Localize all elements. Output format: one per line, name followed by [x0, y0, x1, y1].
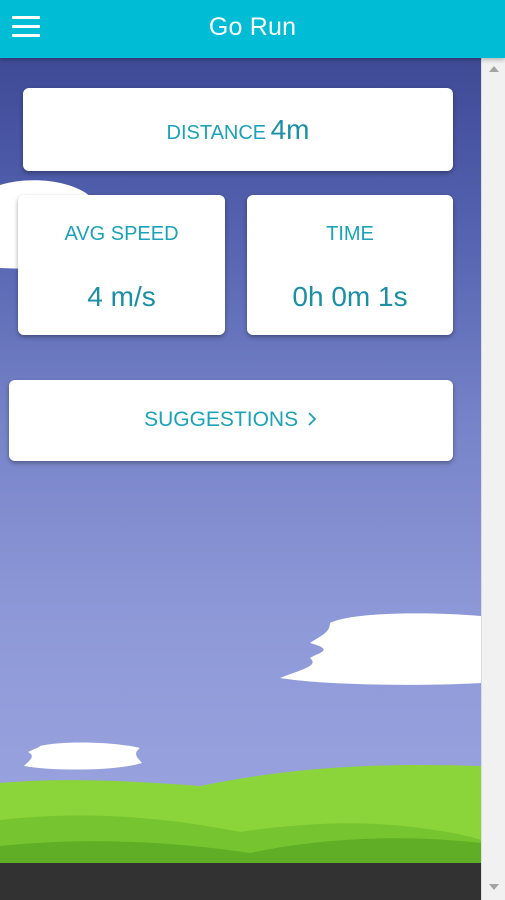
distance-value: 4m: [270, 114, 310, 145]
avg-speed-label: AVG SPEED: [64, 223, 179, 245]
suggestions-line: SUGGESTIONS: [9, 408, 453, 432]
main-content: DISTANCE 4m AVG SPEED 4 m/s TIME 0h 0m 1…: [0, 58, 481, 863]
cloud-small: [24, 742, 142, 770]
vertical-scrollbar[interactable]: [481, 58, 505, 900]
app-screen: Go Run DISTANCE 4m AVG SPEED 4 m/s TIME …: [0, 0, 505, 900]
ground-strip: [0, 863, 481, 900]
distance-label: DISTANCE: [166, 122, 267, 144]
grass-hills: [0, 764, 481, 863]
time-value: 0h 0m 1s: [292, 281, 408, 312]
scroll-up-arrow-icon[interactable]: [489, 66, 499, 72]
chevron-right-icon: [308, 412, 317, 426]
suggestions-button[interactable]: SUGGESTIONS: [9, 380, 453, 461]
avg-speed-card: AVG SPEED 4 m/s: [18, 195, 225, 335]
distance-line: DISTANCE 4m: [23, 114, 453, 146]
app-title: Go Run: [208, 13, 297, 41]
scroll-down-arrow-icon[interactable]: [489, 884, 499, 890]
cloud-right: [280, 613, 481, 685]
time-card: TIME 0h 0m 1s: [247, 195, 453, 335]
time-label: TIME: [326, 223, 374, 245]
app-header: Go Run: [0, 0, 505, 58]
avg-speed-value: 4 m/s: [87, 281, 156, 312]
suggestions-label: SUGGESTIONS: [144, 408, 299, 431]
distance-card: DISTANCE 4m: [23, 88, 453, 171]
